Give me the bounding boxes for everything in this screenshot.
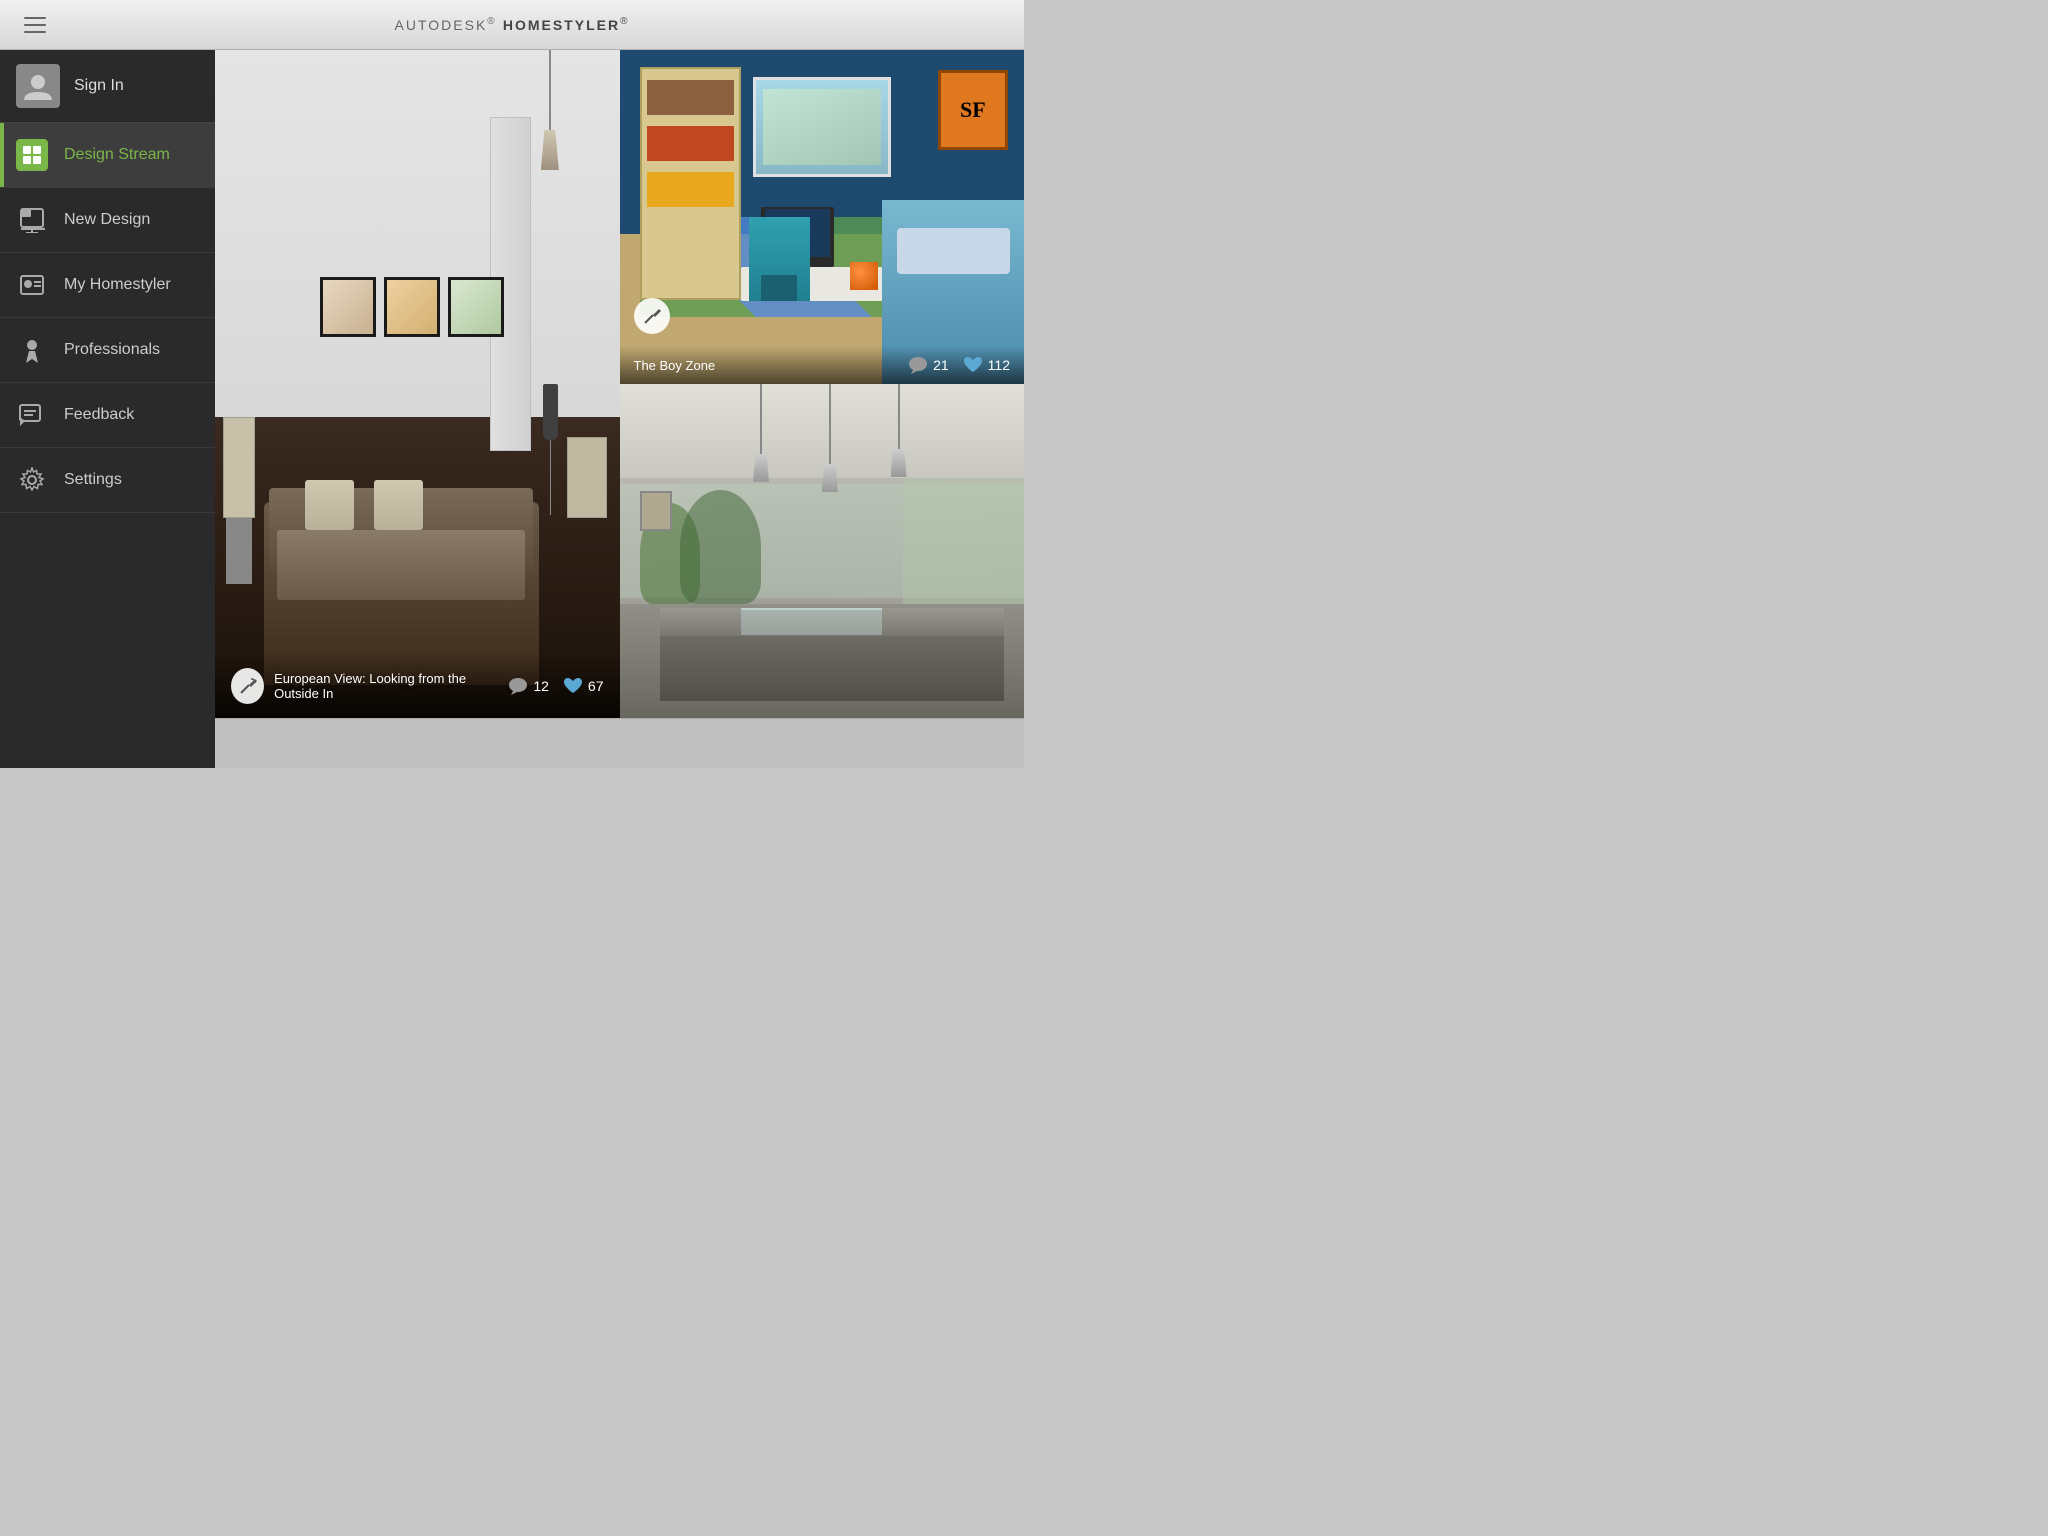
sidebar-item-feedback[interactable]: Feedback (0, 383, 215, 448)
right-top-wand-area (634, 298, 670, 334)
left-card-title: European View: Looking from the Outside … (274, 671, 508, 701)
lamp-3 (891, 384, 907, 477)
window (753, 77, 891, 177)
right-area: European View: Looking from the Outside … (215, 50, 1024, 768)
bottom-area (215, 718, 1024, 768)
right-top-comment-stat: 21 (908, 356, 949, 374)
feedback-icon (16, 399, 48, 431)
living-scene (620, 384, 1025, 718)
professionals-icon (16, 334, 48, 366)
lamp-1 (753, 384, 769, 482)
left-card-overlay: European View: Looking from the Outside … (215, 654, 620, 718)
app-title: AUTODESK® HOMESTYLER® (395, 16, 630, 34)
feedback-label: Feedback (64, 406, 134, 424)
heart-icon (963, 356, 983, 374)
right-bottom-card[interactable] (620, 384, 1025, 718)
sidebar-item-my-homestyler[interactable]: My Homestyler (0, 253, 215, 318)
side-table (539, 384, 563, 571)
settings-icon (16, 464, 48, 496)
new-design-icon (16, 204, 48, 236)
hamburger-line (24, 24, 46, 26)
bookshelf (640, 67, 741, 301)
new-design-label: New Design (64, 211, 150, 229)
bedroom-scene (215, 50, 620, 718)
right-top-card-title: The Boy Zone (634, 358, 716, 373)
settings-label: Settings (64, 471, 122, 489)
right-top-card-stats: 21 112 (908, 356, 1010, 374)
side-chairs-right (567, 437, 607, 584)
right-top-card[interactable]: SF (620, 50, 1025, 384)
heart-icon (563, 677, 583, 695)
sidebar-item-professionals[interactable]: Professionals (0, 318, 215, 383)
professionals-label: Professionals (64, 341, 160, 359)
sign-in-area[interactable]: Sign In (0, 50, 215, 123)
art-frames (320, 277, 504, 337)
magic-wand-button[interactable] (231, 668, 264, 704)
right-top-card-overlay: The Boy Zone 21 (620, 346, 1025, 384)
sidebar-item-design-stream[interactable]: Design Stream (0, 123, 215, 188)
avatar (16, 64, 60, 108)
desk-chair (749, 217, 810, 301)
wand-icon (643, 307, 661, 325)
sidebar: Sign In Design Stream (0, 50, 215, 768)
user-icon (24, 72, 52, 100)
left-comment-stat: 12 (508, 677, 549, 695)
wall-art (640, 491, 672, 531)
wand-icon (239, 677, 257, 695)
pendant-lamp (541, 50, 559, 170)
design-grid: European View: Looking from the Outside … (215, 50, 1024, 718)
comment-icon (508, 677, 528, 695)
top-bar: AUTODESK® HOMESTYLER® (0, 0, 1024, 50)
left-like-count: 67 (588, 678, 604, 694)
basketball (850, 262, 878, 290)
hamburger-line (24, 17, 46, 19)
right-top-like-count: 112 (988, 357, 1010, 373)
magic-wand-button-top[interactable] (634, 298, 670, 334)
glass-table (741, 608, 883, 635)
left-like-stat: 67 (563, 677, 604, 695)
design-stream-icon (16, 139, 48, 171)
lamp-2 (822, 384, 838, 492)
left-comment-count: 12 (533, 678, 549, 694)
sidebar-item-new-design[interactable]: New Design (0, 188, 215, 253)
side-chair-left (223, 417, 255, 584)
hamburger-line (24, 31, 46, 33)
my-homestyler-label: My Homestyler (64, 276, 171, 294)
card-info-left: European View: Looking from the Outside … (231, 668, 508, 704)
menu-button[interactable] (16, 9, 54, 41)
bed (264, 404, 539, 685)
design-stream-label: Design Stream (64, 146, 170, 164)
right-top-like-stat: 112 (963, 356, 1010, 374)
left-card-stats: 12 67 (508, 677, 603, 695)
sidebar-item-settings[interactable]: Settings (0, 448, 215, 513)
main-content: Sign In Design Stream (0, 50, 1024, 768)
right-top-comment-count: 21 (933, 357, 949, 373)
my-homestyler-icon (16, 269, 48, 301)
sf-poster: SF (938, 70, 1008, 150)
comment-icon (908, 356, 928, 374)
sign-in-label: Sign In (74, 77, 124, 95)
left-card[interactable]: European View: Looking from the Outside … (215, 50, 620, 718)
boys-room-scene: SF (620, 50, 1025, 384)
